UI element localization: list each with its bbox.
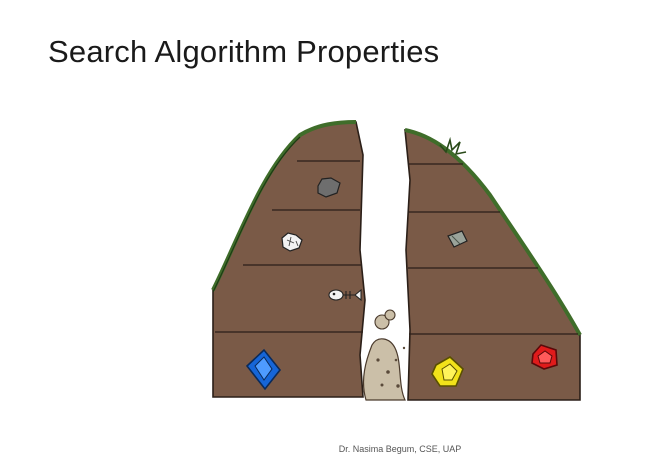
dig-site-illustration	[211, 120, 582, 401]
gap-debris	[362, 309, 406, 401]
slide-footer: Dr. Nasima Begum, CSE, UAP	[338, 444, 462, 454]
left-earth-block	[211, 120, 366, 398]
